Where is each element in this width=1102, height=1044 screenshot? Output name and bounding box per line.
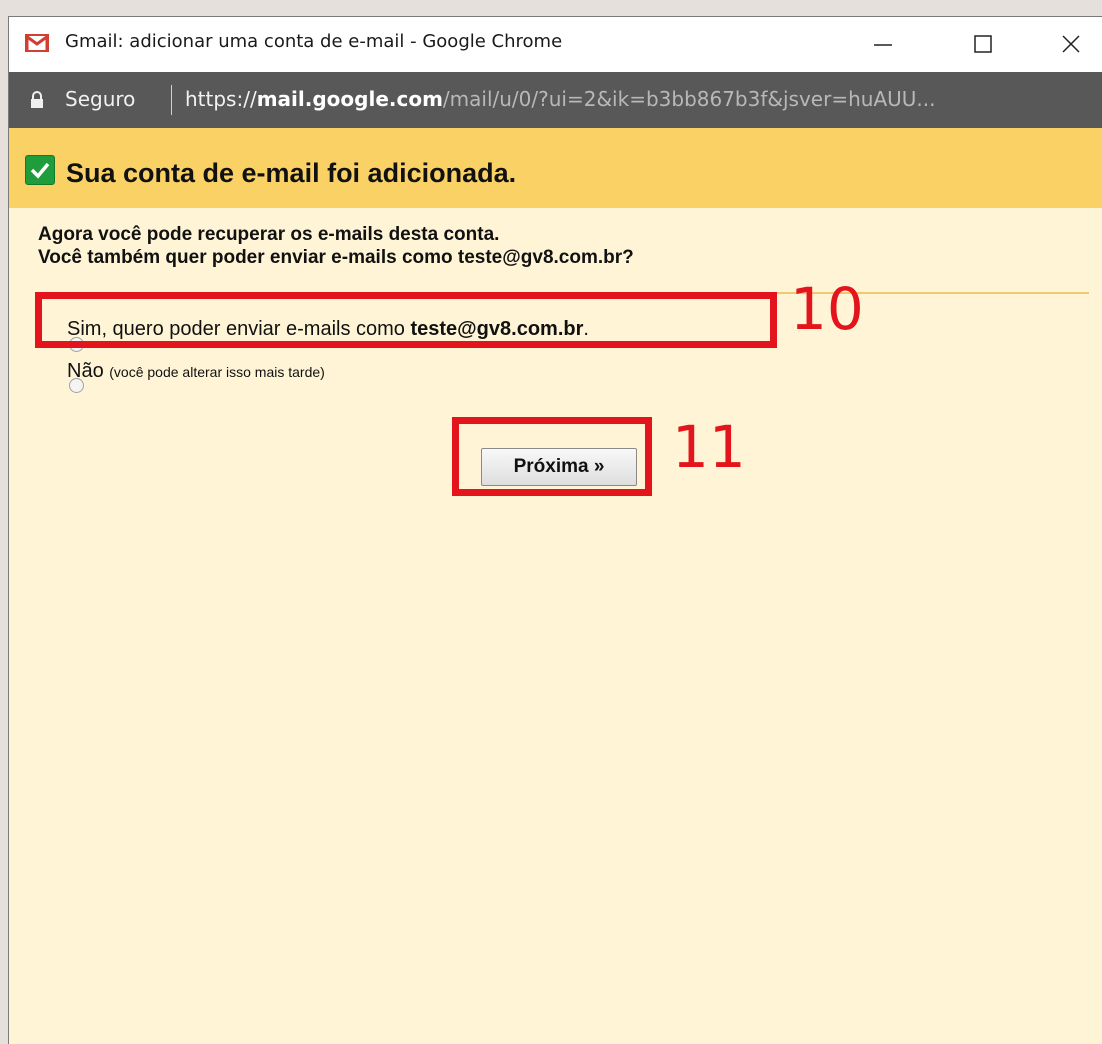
- gmail-icon: [25, 33, 49, 53]
- minimize-button[interactable]: [855, 17, 911, 72]
- url-path: /mail/u/0/?ui=2&ik=b3bb867b3f&jsver=huAU…: [442, 87, 936, 111]
- lock-icon[interactable]: [30, 91, 44, 114]
- check-icon: [25, 155, 55, 185]
- maximize-button[interactable]: [955, 17, 1011, 72]
- address-bar[interactable]: Seguro https://mail.google.com/mail/u/0/…: [9, 72, 1102, 128]
- prompt-line-1: Agora você pode recuperar os e-mails des…: [38, 224, 500, 245]
- minimize-icon: [874, 44, 892, 46]
- secure-label[interactable]: Seguro: [65, 87, 135, 111]
- annotation-box-10: [35, 292, 777, 348]
- option-no-note: (você pode alterar isso mais tarde): [109, 364, 325, 380]
- url-text[interactable]: https://mail.google.com/mail/u/0/?ui=2&i…: [185, 87, 935, 111]
- prompt-text: Agora você pode recuperar os e-mails des…: [38, 223, 634, 269]
- option-no-text: Não: [67, 360, 104, 382]
- option-no-label[interactable]: Não (você pode alterar isso mais tarde): [67, 360, 325, 383]
- url-scheme: https://: [185, 87, 257, 111]
- close-button[interactable]: [1043, 17, 1099, 72]
- close-icon: [1062, 35, 1080, 53]
- address-separator: [171, 85, 172, 115]
- title-bar: Gmail: adicionar uma conta de e-mail - G…: [9, 17, 1102, 72]
- desktop-background: [0, 16, 8, 1044]
- dialog-content: Sua conta de e-mail foi adicionada. Agor…: [9, 128, 1102, 1044]
- annotation-number-11: 11: [672, 413, 746, 481]
- maximize-icon: [974, 35, 992, 53]
- annotation-number-10: 10: [790, 275, 864, 343]
- window-title: Gmail: adicionar uma conta de e-mail - G…: [65, 31, 563, 52]
- banner-headline: Sua conta de e-mail foi adicionada.: [66, 158, 517, 188]
- annotation-box-11: [452, 417, 652, 496]
- browser-window: Gmail: adicionar uma conta de e-mail - G…: [8, 16, 1102, 1044]
- success-banner: Sua conta de e-mail foi adicionada.: [9, 128, 1102, 208]
- prompt-line-2: Você também quer poder enviar e-mails co…: [38, 247, 634, 268]
- url-host: mail.google.com: [256, 87, 443, 111]
